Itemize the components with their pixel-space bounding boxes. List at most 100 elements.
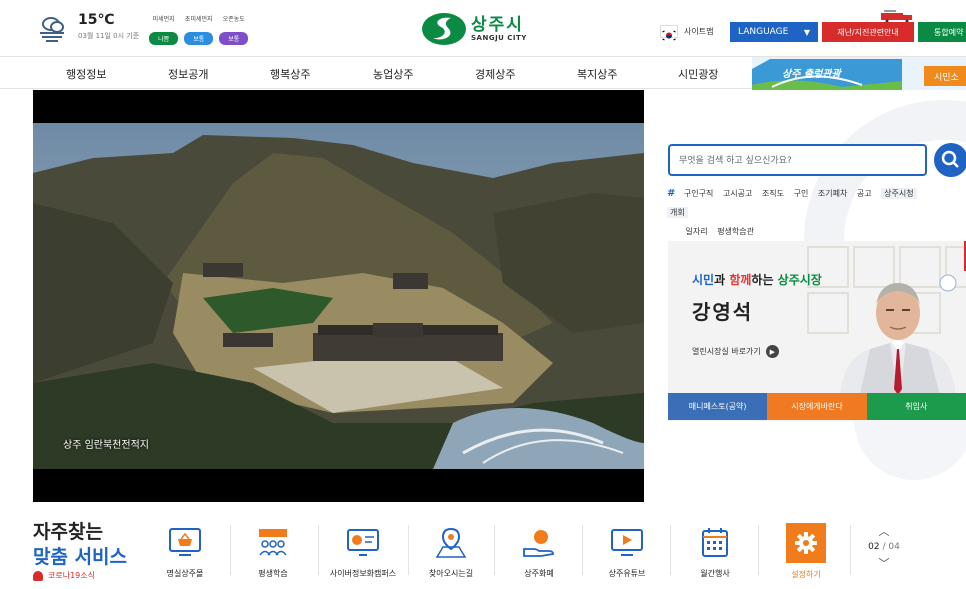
total-pages: / 04: [882, 542, 900, 552]
chevron-up-icon[interactable]: ︿: [866, 523, 902, 539]
weather-widget[interactable]: 15℃ 03월 11일 0시 기준 미세먼지 나쁨 초미세먼지 보통 오존농도 …: [38, 12, 254, 45]
headline-and: 과: [714, 273, 730, 287]
language-label: LANGUAGE: [738, 27, 789, 37]
nav-happy-sangju[interactable]: 행복상주: [270, 66, 310, 82]
chevron-down-icon[interactable]: ﹀: [866, 555, 902, 571]
quick-item-label: 평생학습: [258, 569, 288, 578]
quick-item-lifelong-learning[interactable]: 평생학습: [230, 523, 316, 583]
citizen-button[interactable]: 시민소: [924, 66, 966, 86]
search-tag[interactable]: 평생학습관: [717, 227, 754, 236]
ozone-label: 오존농도: [222, 16, 245, 23]
page-indicator: 02 / 04: [866, 542, 902, 552]
search-tag[interactable]: 구인구직: [684, 189, 713, 198]
inaugural-address-tab[interactable]: 취임사: [866, 393, 966, 420]
popular-search-tags: # 구인구직 고시공고 조직도 구인 조기폐차 공고 상주시청 개회 일자리 평…: [667, 184, 952, 241]
top-header: 15℃ 03월 11일 0시 기준 미세먼지 나쁨 초미세먼지 보통 오존농도 …: [0, 0, 966, 57]
mayor-headline: 시민과 함께하는 상주시장: [692, 271, 822, 288]
gear-icon: [795, 532, 817, 554]
integrated-booking-button[interactable]: 통합예약: [918, 22, 966, 42]
search-tag[interactable]: 일자리: [686, 227, 708, 236]
current-page: 02: [868, 542, 880, 552]
covid-news-link[interactable]: 코로나19소식: [33, 570, 95, 581]
alert-bell-icon: [33, 570, 43, 581]
logo-english: SANGJU CITY: [471, 34, 527, 42]
cloud-icon: [40, 17, 64, 42]
map-pin-icon: [435, 527, 467, 558]
divider: [318, 525, 319, 575]
settings-label: 설정하기: [791, 570, 821, 579]
logo-korean: 상주시: [471, 15, 524, 35]
divider: [494, 525, 495, 575]
divider: [582, 525, 583, 575]
search-icon: [941, 150, 959, 168]
search-button[interactable]: [934, 143, 966, 177]
covid-news-label: 코로나19소식: [48, 571, 95, 580]
nav-citizen-plaza[interactable]: 시민광장: [678, 66, 718, 82]
hero-video[interactable]: 상주 임란북천전적지: [33, 90, 644, 502]
cyber-campus-icon: [347, 529, 379, 556]
nav-administration[interactable]: 행정정보: [66, 66, 106, 82]
quick-services: 자주찾는 맞춤 서비스 코로나19소식 명실상주몰 평생학습 사이버정보화캠퍼스…: [0, 503, 966, 589]
quick-item-youtube[interactable]: 상주유튜브: [584, 523, 670, 583]
nav-economy[interactable]: 경제상주: [475, 66, 515, 82]
play-icon: ▶: [765, 345, 779, 358]
quick-item-local-currency[interactable]: 상주화폐: [496, 523, 582, 583]
sangju-logo-icon: [422, 13, 466, 45]
site-logo[interactable]: 상주시 SANGJU CITY: [421, 11, 527, 47]
weather-date: 03월 11일 0시 기준: [78, 32, 140, 40]
divider: [850, 525, 851, 575]
settings-button[interactable]: [786, 523, 826, 563]
fine-dust: 미세먼지 나쁨: [149, 14, 179, 45]
quick-item-label: 찾아오시는길: [428, 569, 474, 578]
language-button[interactable]: LANGUAGE ▼: [730, 22, 818, 42]
quick-item-directions[interactable]: 찾아오시는길: [408, 523, 494, 583]
youtube-icon: [611, 529, 643, 556]
open-mayor-office-link[interactable]: 열린시장실 바로가기 ▶: [692, 345, 779, 358]
quick-item-cyber-campus[interactable]: 사이버정보화캠퍼스: [320, 523, 406, 583]
quick-pager: ︿ 02 / 04 ﹀: [866, 523, 902, 571]
search-tag[interactable]: 조기폐차: [818, 189, 847, 198]
aerial-landscape-image: [33, 123, 644, 469]
quick-item-label: 상주화폐: [524, 569, 554, 578]
quick-title-line2: 맞춤 서비스: [33, 546, 128, 568]
lifelong-learning-icon: [259, 529, 287, 556]
nav-agriculture[interactable]: 농업상주: [373, 66, 413, 82]
divider: [670, 525, 671, 575]
hash-icon: #: [667, 188, 676, 199]
local-currency-icon: [523, 530, 554, 557]
fine-dust-badge: 나쁨: [149, 32, 179, 45]
quick-item-shopping-mall[interactable]: 명실상주몰: [142, 523, 228, 583]
disaster-info-button[interactable]: 재난/지진관련안내: [822, 22, 914, 42]
search-tag[interactable]: 개회: [667, 207, 688, 218]
ozone-badge: 보통: [219, 32, 249, 45]
search-tag[interactable]: 구인: [794, 189, 809, 198]
ozone: 오존농도 보통: [219, 14, 249, 45]
sitemap-link[interactable]: 사이트맵: [684, 26, 713, 37]
search-tag[interactable]: 고시공고: [723, 189, 752, 198]
video-caption: 상주 임란북천전적지: [63, 440, 149, 451]
quick-item-label: 월간행사: [700, 569, 730, 578]
headline-doing: 하는: [751, 273, 778, 287]
mayor-tabs: 매니페스토(공약) 시장에게바란다 취임사: [668, 393, 966, 420]
search-input[interactable]: 무엇을 검색 하고 싶으신가요?: [668, 144, 927, 176]
quick-item-monthly-events[interactable]: 월간행사: [672, 523, 758, 583]
search-tag[interactable]: 조직도: [762, 189, 784, 198]
ask-mayor-tab[interactable]: 시장에게바란다: [767, 393, 867, 420]
temperature: 15℃: [78, 12, 115, 28]
nav-info-disclosure[interactable]: 정보공개: [168, 66, 208, 82]
nav-welfare[interactable]: 복지상주: [577, 66, 617, 82]
ultrafine-dust: 초미세먼지 보통: [184, 14, 214, 45]
headline-together: 함께: [729, 273, 752, 287]
manifesto-tab[interactable]: 매니페스토(공약): [668, 393, 768, 420]
mayor-name: 강영석: [692, 300, 754, 324]
quick-item-label: 상주유튜브: [608, 569, 646, 578]
quick-title-line1: 자주찾는: [33, 521, 103, 543]
search-tag[interactable]: 공고: [857, 189, 872, 198]
ultrafine-dust-badge: 보통: [184, 32, 214, 45]
korea-flag-icon: [660, 25, 678, 41]
search-tag[interactable]: 상주시청: [881, 188, 917, 199]
quick-item-label: 사이버정보화캠퍼스: [329, 569, 397, 578]
page: 15℃ 03월 11일 0시 기준 미세먼지 나쁨 초미세먼지 보통 오존농도 …: [0, 0, 966, 589]
shopping-basket-icon: [169, 528, 201, 556]
fine-dust-label: 미세먼지: [152, 16, 175, 23]
